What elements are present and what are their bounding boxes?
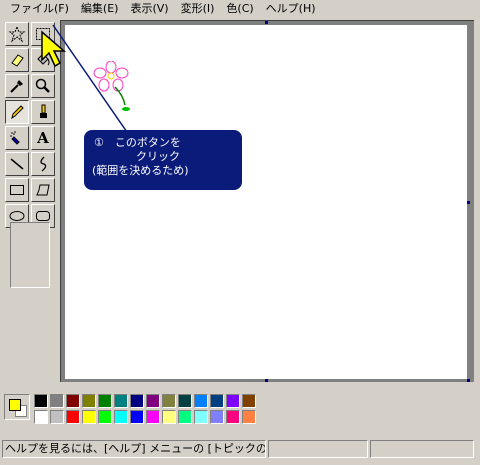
palette-swatch[interactable] [50, 394, 64, 408]
color-palette [34, 394, 256, 424]
palette-swatch[interactable] [130, 394, 144, 408]
foreground-color-swatch[interactable] [9, 399, 21, 411]
palette-swatch[interactable] [210, 410, 224, 424]
instruction-callout: ① このボタンを クリック (範囲を決めるため) [84, 130, 242, 190]
palette-swatch[interactable] [98, 394, 112, 408]
polygon-icon [36, 184, 50, 196]
menu-colors[interactable]: 色(C) [220, 1, 259, 17]
palette-swatch[interactable] [98, 410, 112, 424]
status-coordinates [268, 440, 368, 458]
status-bar: ヘルプを見るには、[ヘルプ] メニューの [トピックの検索] をクリックしてくだ… [0, 438, 480, 460]
current-colors[interactable] [4, 394, 30, 420]
palette-swatch[interactable] [34, 410, 48, 424]
tool-options-box[interactable] [10, 222, 50, 288]
drawing-canvas[interactable] [52, 21, 470, 382]
callout-line-2: クリック [136, 150, 180, 163]
palette-swatch[interactable] [130, 410, 144, 424]
palette-swatch[interactable] [146, 410, 160, 424]
menu-help[interactable]: ヘルプ(H) [260, 1, 322, 17]
rectangle-tool[interactable] [5, 178, 29, 202]
palette-swatch[interactable] [66, 394, 80, 408]
canvas-scroll-area [52, 20, 474, 382]
palette-swatch[interactable] [162, 394, 176, 408]
callout-line-3: (範囲を決めるため) [92, 164, 189, 177]
resize-handle-bottom-center[interactable] [265, 379, 268, 382]
palette-swatch[interactable] [82, 394, 96, 408]
rectangle-icon [10, 185, 24, 195]
palette-swatch[interactable] [162, 410, 176, 424]
palette-swatch[interactable] [210, 394, 224, 408]
palette-swatch[interactable] [50, 410, 64, 424]
polygon-tool[interactable] [31, 178, 55, 202]
palette-swatch[interactable] [34, 394, 48, 408]
arrow-cursor-icon [41, 30, 67, 68]
palette-swatch[interactable] [146, 394, 160, 408]
palette-swatch[interactable] [194, 410, 208, 424]
resize-handle-bottom-right[interactable] [467, 379, 470, 382]
palette-swatch[interactable] [226, 410, 240, 424]
status-help-text: ヘルプを見るには、[ヘルプ] メニューの [トピックの検索] をクリックしてくだ… [2, 440, 266, 458]
palette-swatch[interactable] [66, 410, 80, 424]
palette-swatch[interactable] [114, 410, 128, 424]
palette-swatch[interactable] [178, 410, 192, 424]
palette-swatch[interactable] [242, 410, 256, 424]
palette-swatch[interactable] [114, 394, 128, 408]
status-selection-size [370, 440, 474, 458]
palette-swatch[interactable] [226, 394, 240, 408]
resize-handle-middle-right[interactable] [467, 201, 470, 204]
palette-swatch[interactable] [194, 394, 208, 408]
resize-handle-top-center[interactable] [265, 21, 268, 24]
color-box [0, 390, 480, 434]
palette-swatch[interactable] [178, 394, 192, 408]
callout-line-1: ① このボタンを [94, 136, 181, 149]
palette-swatch[interactable] [82, 410, 96, 424]
palette-swatch[interactable] [242, 394, 256, 408]
